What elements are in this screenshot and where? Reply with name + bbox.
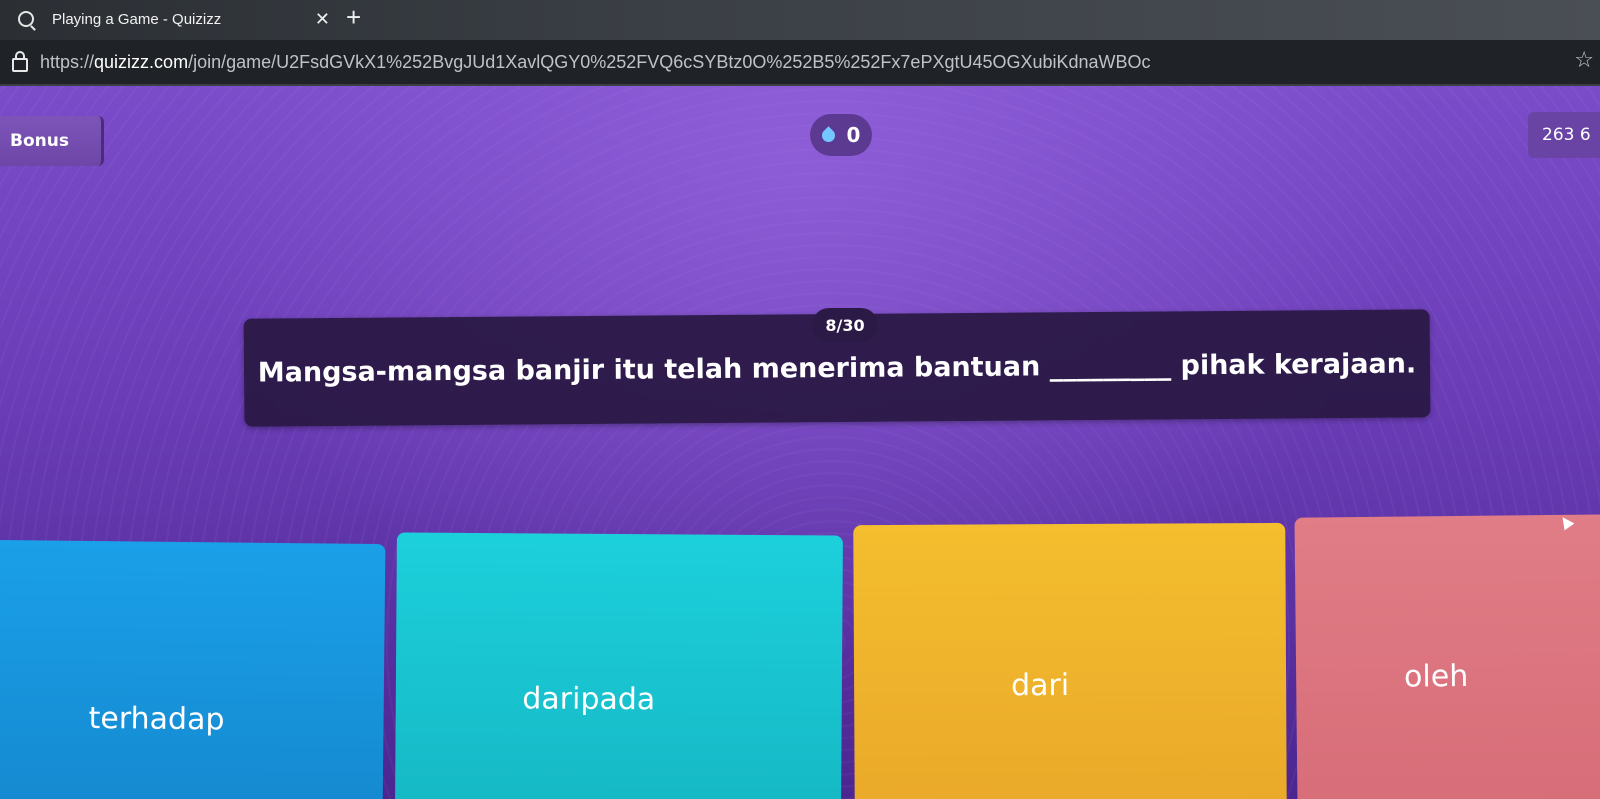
tab-title: Playing a Game - Quizizz	[52, 10, 222, 28]
browser-tab[interactable]: Playing a Game - Quizizz ✕	[18, 2, 336, 36]
answer-option-oleh[interactable]: oleh	[1294, 514, 1600, 799]
answer-option-label: dari	[1010, 667, 1070, 703]
lock-icon[interactable]	[12, 51, 28, 72]
score-display: 263 6	[1528, 112, 1600, 158]
question-progress: 8/30	[812, 308, 878, 342]
url-path: /join/game/U2FsdGVkX1%252BvgJUd1XavlQGY0…	[188, 51, 1151, 72]
answer-options: terhadap daripada dari oleh	[0, 514, 1600, 799]
bonus-button[interactable]: Bonus	[0, 116, 104, 166]
search-icon	[18, 11, 34, 27]
streak-count: 0	[846, 123, 861, 147]
screen: Playing a Game - Quizizz ✕ + https://qui…	[0, 0, 1600, 799]
url-scheme: https://	[40, 51, 95, 72]
answer-option-label: daripada	[522, 680, 656, 717]
streak-indicator: 0	[810, 114, 872, 156]
question-text: Mangsa-mangsa banjir itu telah menerima …	[257, 347, 1417, 389]
new-tab-button[interactable]: +	[346, 2, 361, 33]
answer-option-dari[interactable]: dari	[853, 522, 1287, 799]
address-bar[interactable]: https://quizizz.com/join/game/U2FsdGVkX1…	[0, 40, 1600, 86]
tab-close-button[interactable]: ✕	[315, 9, 330, 30]
url-domain: quizizz.com	[94, 51, 189, 72]
answer-option-label: oleh	[1403, 658, 1469, 695]
answer-option-label: terhadap	[88, 700, 225, 737]
answer-option-terhadap[interactable]: terhadap	[0, 539, 386, 799]
browser-tab-bar: Playing a Game - Quizizz ✕ +	[0, 0, 1600, 40]
star-icon[interactable]: ☆	[1574, 48, 1594, 73]
drop-icon	[818, 125, 838, 145]
answer-option-daripada[interactable]: daripada	[395, 532, 843, 799]
url-text[interactable]: https://quizizz.com/join/game/U2FsdGVkX1…	[40, 52, 1151, 73]
game-area: Bonus 0 263 6 8/30 Mangsa-mangsa banjir …	[0, 86, 1600, 799]
